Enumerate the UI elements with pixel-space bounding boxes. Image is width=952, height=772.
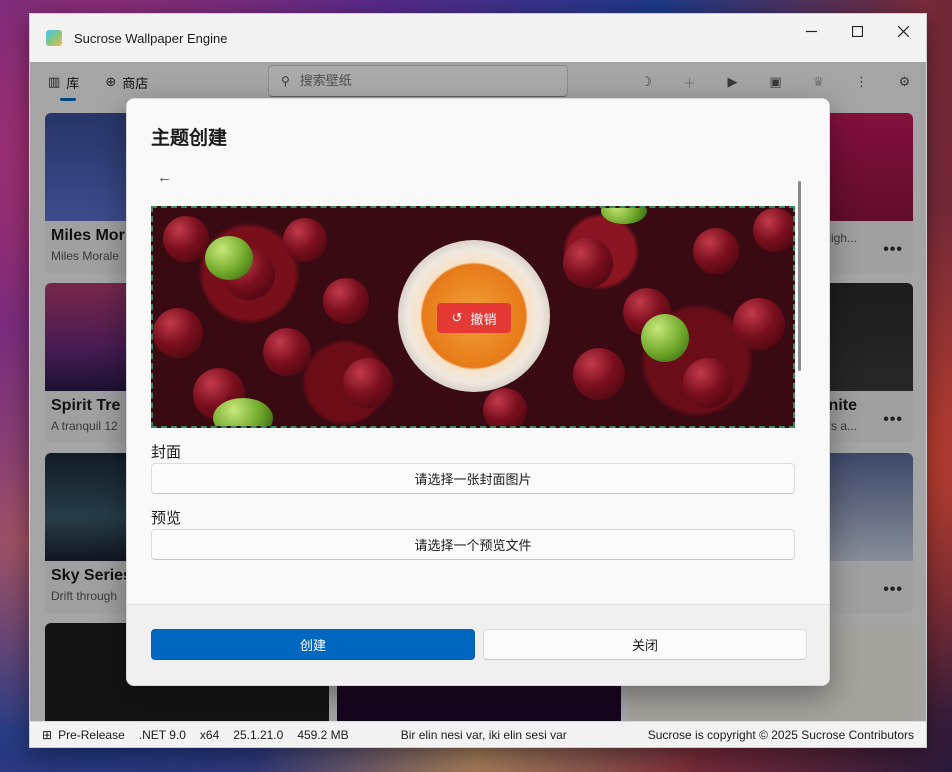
preview-label: 预览	[151, 509, 182, 527]
undo-label: 撤销	[470, 312, 497, 328]
grape	[601, 208, 647, 224]
grape	[205, 236, 253, 280]
cherry	[283, 218, 327, 262]
cover-label: 封面	[151, 443, 182, 461]
cherry	[263, 328, 311, 376]
cherry	[693, 228, 739, 274]
close-button[interactable]: 关闭	[483, 629, 807, 660]
lime	[213, 398, 273, 426]
select-preview-button[interactable]: 请选择一个预览文件	[151, 529, 795, 560]
release-status: Pre-Release	[58, 727, 125, 742]
undo-button[interactable]: ↺ 撤销	[437, 303, 511, 333]
back-arrow-icon[interactable]: ←	[157, 169, 172, 186]
create-button[interactable]: 创建	[151, 629, 475, 660]
copyright: Sucrose is copyright © 2025 Sucrose Cont…	[647, 727, 914, 742]
theme-create-dialog: 主题创建 ← ↺ 撤销 封面 请选择一张封面图片 预览 请选择一个预览文件 创建	[126, 98, 830, 686]
app-version: 25.1.21.0	[233, 727, 284, 742]
minimize-button[interactable]	[788, 14, 834, 48]
cherry	[323, 278, 369, 324]
dialog-footer: 创建 关闭	[127, 604, 829, 685]
cherry	[733, 298, 785, 350]
select-cover-button[interactable]: 请选择一张封面图片	[151, 463, 795, 494]
status-quote: Bir elin nesi var, iki elin sesi var	[400, 727, 567, 742]
undo-icon: ↺	[451, 310, 463, 326]
cherry	[573, 348, 625, 400]
app-logo-icon	[46, 30, 62, 46]
framework-version: .NET 9.0	[138, 727, 186, 742]
title-bar: Sucrose Wallpaper Engine	[30, 14, 926, 62]
cherry	[343, 358, 393, 408]
release-icon: ⊞	[42, 727, 53, 742]
cherry	[683, 358, 733, 408]
cherry	[753, 208, 793, 252]
dialog-scrollbar[interactable]	[798, 181, 801, 371]
close-window-button[interactable]	[880, 14, 926, 48]
cherry	[163, 216, 209, 262]
cherry	[153, 308, 203, 358]
wallpaper-preview-image: ↺ 撤销	[151, 206, 795, 428]
app-title: Sucrose Wallpaper Engine	[74, 30, 228, 46]
maximize-button[interactable]	[834, 14, 880, 48]
status-bar: ⊞ Pre-Release .NET 9.0 x64 25.1.21.0 459…	[30, 721, 926, 747]
cherry	[483, 388, 527, 426]
dialog-title: 主题创建	[151, 127, 228, 149]
window-controls	[788, 14, 926, 48]
cherry	[563, 238, 613, 288]
architecture: x64	[199, 727, 220, 742]
memory-usage: 459.2 MB	[297, 727, 349, 742]
lime	[641, 314, 689, 362]
